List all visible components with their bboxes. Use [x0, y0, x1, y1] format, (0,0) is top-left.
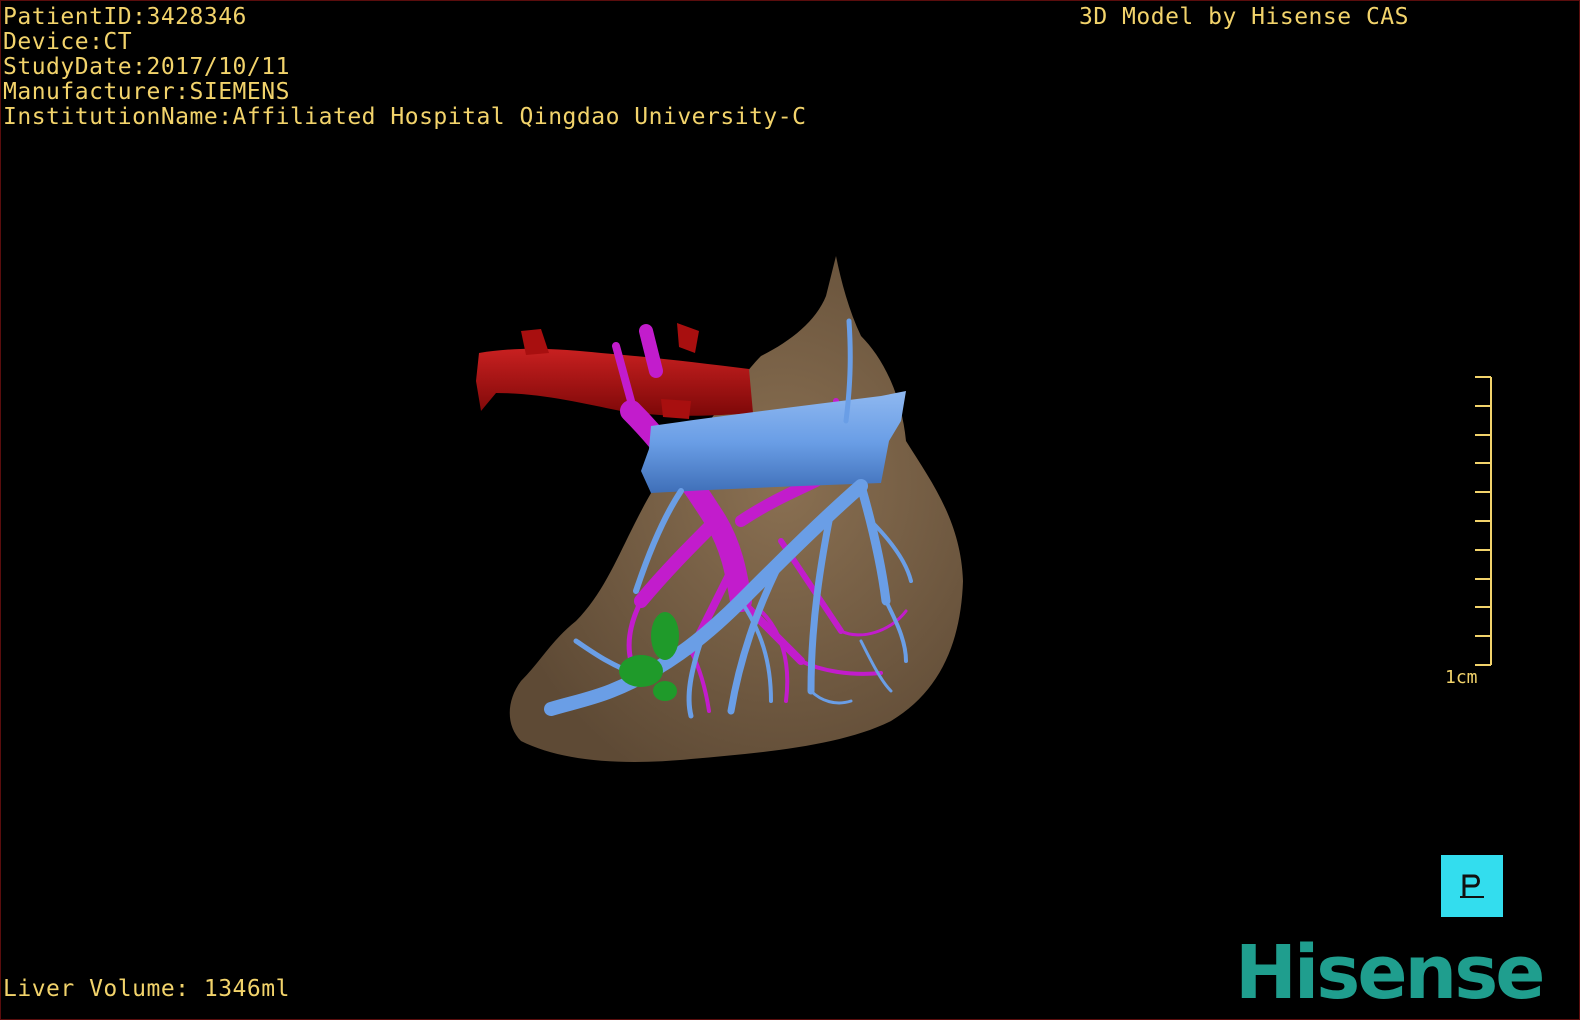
scale-label: 1cm	[1445, 667, 1478, 688]
scale-bar	[1475, 376, 1492, 666]
3d-viewport[interactable]: PatientID:3428346 Device:CT StudyDate:2017…	[0, 0, 1580, 1020]
orientation-cube-button[interactable]	[1441, 855, 1503, 917]
liver-3d-model[interactable]	[1, 1, 1579, 1019]
hepatic-artery	[476, 323, 753, 419]
patient-info: PatientID:3428346 Device:CT StudyDate:2017…	[3, 5, 806, 130]
hisense-logo: Hisense	[1235, 930, 1545, 1016]
institution-name: InstitutionName:Affiliated Hospital Qing…	[3, 104, 807, 130]
device: Device:CT	[3, 29, 133, 55]
manufacturer: Manufacturer:SIEMENS	[3, 79, 290, 105]
liver-volume: Liver Volume: 1346ml	[3, 976, 290, 1002]
posterior-orientation-icon	[1454, 868, 1490, 904]
model-credit: 3D Model by Hisense CAS	[1079, 4, 1409, 30]
patient-id: PatientID:3428346	[3, 4, 247, 30]
study-date: StudyDate:2017/10/11	[3, 54, 290, 80]
